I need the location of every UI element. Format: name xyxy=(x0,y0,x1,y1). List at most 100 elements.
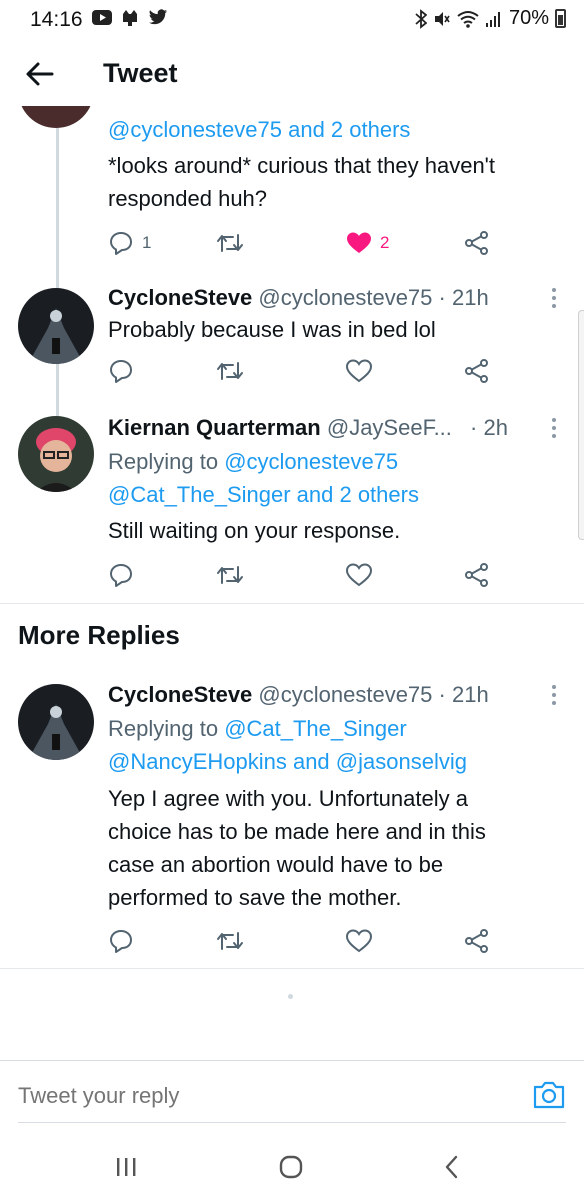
tweet-actions xyxy=(108,356,498,386)
reply-icon xyxy=(110,564,132,587)
tweet-text: Still waiting on your response. xyxy=(108,518,401,543)
tweet-header: Kiernan Quarterman @JaySeeF... · 2h xyxy=(108,412,528,444)
twitter-bird-icon xyxy=(148,8,168,24)
avatar[interactable] xyxy=(18,416,94,492)
share-icon xyxy=(465,359,488,383)
mute-icon xyxy=(434,11,450,26)
tweet-actions xyxy=(108,926,498,956)
like-button[interactable] xyxy=(346,560,372,590)
back-arrow-icon xyxy=(26,62,54,86)
share-icon xyxy=(465,231,488,255)
reply-icon xyxy=(110,360,132,383)
tweet-header: CycloneSteve @cyclonesteve75 · 21h xyxy=(108,282,489,314)
retweet-icon xyxy=(217,362,243,380)
share-icon xyxy=(465,929,488,953)
like-button[interactable]: 2 xyxy=(346,228,389,258)
more-options-button[interactable] xyxy=(552,685,558,709)
heart-icon xyxy=(346,929,372,953)
back-button-overlay[interactable] xyxy=(22,56,58,92)
youtube-icon xyxy=(92,9,112,25)
more-options-button[interactable] xyxy=(552,288,558,312)
battery-icon xyxy=(555,9,566,28)
back-nav-button[interactable] xyxy=(442,1154,462,1184)
avatar[interactable] xyxy=(18,288,94,364)
retweet-icon xyxy=(217,234,243,252)
retweet-button[interactable] xyxy=(216,560,244,590)
back-nav-icon xyxy=(445,1155,458,1179)
camera-icon xyxy=(533,1081,565,1109)
retweet-button[interactable] xyxy=(216,356,244,386)
tweet-actions: 1 2 xyxy=(108,228,498,258)
heart-icon xyxy=(346,359,372,383)
more-icon-dot xyxy=(552,418,556,422)
tweet-time: · 21h xyxy=(438,285,489,310)
mention-link[interactable]: @cyclonesteve75 xyxy=(224,449,398,474)
dog-icon xyxy=(123,10,137,26)
reply-button[interactable]: 1 xyxy=(108,228,151,258)
like-count: 2 xyxy=(380,233,390,252)
mention-link[interactable]: @NancyEHopkins and @jasonselvig xyxy=(108,746,467,778)
share-button[interactable] xyxy=(464,228,490,258)
section-divider xyxy=(0,968,584,969)
more-icon-dot xyxy=(552,304,556,308)
tweet-text: Yep I agree with you. Unfortunately a xyxy=(108,786,468,811)
like-button[interactable] xyxy=(346,926,372,956)
reply-button[interactable] xyxy=(108,560,134,590)
tweet-text: case an abortion would have to be xyxy=(108,852,444,877)
tweet-time: · 21h xyxy=(438,682,489,707)
mention-link[interactable]: @Cat_The_Singer and 2 others xyxy=(108,479,419,511)
retweet-button[interactable] xyxy=(216,228,244,258)
recent-apps-icon xyxy=(117,1158,136,1176)
status-bar: 14:16 70% xyxy=(0,0,584,38)
display-name[interactable]: CycloneSteve xyxy=(108,285,252,310)
replying-prefix: Replying to xyxy=(108,449,225,474)
user-handle[interactable]: @JaySeeF... xyxy=(327,415,452,440)
retweet-icon xyxy=(217,566,243,584)
replying-to: Replying to @cyclonesteve75 xyxy=(108,446,398,478)
like-button[interactable] xyxy=(346,356,372,386)
loading-indicator xyxy=(288,994,293,999)
tweet-time: · 2h xyxy=(470,415,508,440)
mention-link[interactable]: @Cat_The_Singer xyxy=(224,716,407,741)
recent-apps-button[interactable] xyxy=(114,1154,138,1184)
more-replies-heading: More Replies xyxy=(18,620,180,650)
reply-input[interactable] xyxy=(18,1083,498,1109)
tweet-text: Probably because I was in bed lol xyxy=(108,317,436,342)
reply-composer xyxy=(0,1060,584,1128)
share-button[interactable] xyxy=(464,356,490,386)
more-icon-dot xyxy=(552,296,556,300)
retweet-button[interactable] xyxy=(216,926,244,956)
replying-prefix: Replying to xyxy=(108,716,225,741)
replying-mentions[interactable]: @cyclonesteve75 and 2 others xyxy=(108,114,410,146)
reply-count: 1 xyxy=(142,233,152,252)
tweet-actions xyxy=(108,560,498,590)
avatar[interactable] xyxy=(18,684,94,760)
display-name[interactable]: Kiernan Quarterman xyxy=(108,415,321,440)
user-handle[interactable]: @cyclonesteve75 xyxy=(258,285,432,310)
wifi-icon xyxy=(457,10,479,28)
more-options-button[interactable] xyxy=(552,418,558,442)
system-navigation-bar xyxy=(0,1140,584,1200)
tweet-text: responded huh? xyxy=(108,186,268,211)
user-handle[interactable]: @cyclonesteve75 xyxy=(258,682,432,707)
more-icon-dot xyxy=(552,426,556,430)
camera-button[interactable] xyxy=(532,1079,566,1111)
tweet-text: *looks around* curious that they haven't xyxy=(108,153,495,178)
heart-icon xyxy=(346,563,372,587)
header-overlay xyxy=(0,46,584,106)
more-icon-dot xyxy=(552,693,556,697)
tweet-text: choice has to be made here and in this xyxy=(108,819,486,844)
scroll-handle[interactable] xyxy=(578,310,584,540)
display-name[interactable]: CycloneSteve xyxy=(108,682,252,707)
status-time: 14:16 xyxy=(30,8,83,31)
tweet-text: performed to save the mother. xyxy=(108,885,402,910)
more-icon-dot xyxy=(552,288,556,292)
thread-connector xyxy=(56,364,59,416)
system-indicators: 70% xyxy=(415,7,566,30)
share-button[interactable] xyxy=(464,926,490,956)
reply-button[interactable] xyxy=(108,926,134,956)
home-button[interactable] xyxy=(278,1154,304,1184)
share-button[interactable] xyxy=(464,560,490,590)
reply-button[interactable] xyxy=(108,356,134,386)
more-icon-dot xyxy=(552,685,556,689)
